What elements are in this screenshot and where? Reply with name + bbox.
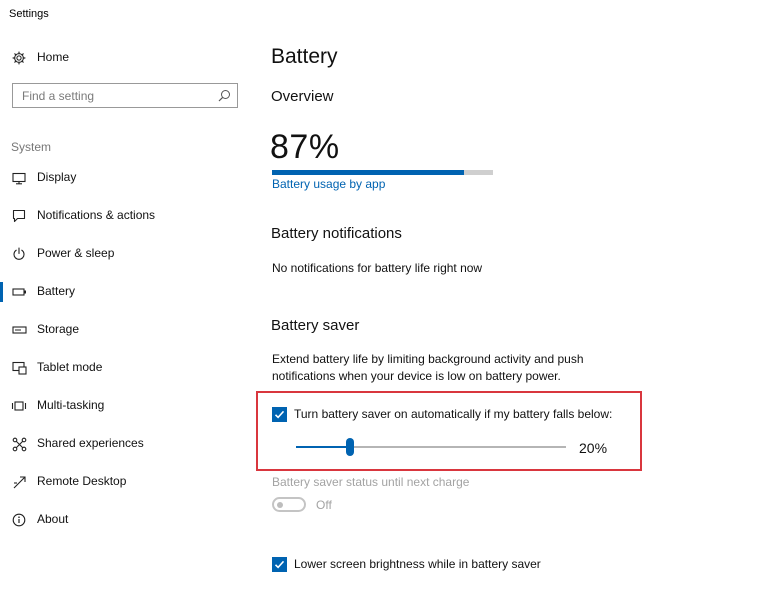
battery-level-fill bbox=[272, 170, 465, 175]
lower-brightness-label[interactable]: Lower screen brightness while in battery… bbox=[294, 557, 541, 571]
saver-status-label: Battery saver status until next charge bbox=[272, 475, 470, 489]
gear-icon bbox=[11, 50, 27, 66]
shared-experiences-icon bbox=[11, 436, 27, 452]
sidebar-item-remote-desktop[interactable]: Remote Desktop bbox=[0, 470, 230, 494]
page-title: Battery bbox=[271, 45, 338, 68]
overview-heading: Overview bbox=[271, 88, 334, 105]
info-icon bbox=[11, 512, 27, 528]
battery-threshold-slider[interactable] bbox=[296, 438, 566, 456]
sidebar-item-label: About bbox=[37, 512, 69, 526]
lower-brightness-checkbox[interactable] bbox=[272, 557, 287, 572]
saver-status-toggle[interactable] bbox=[272, 497, 306, 512]
sidebar-item-label: Display bbox=[37, 170, 77, 184]
battery-level-bar bbox=[272, 170, 493, 175]
auto-saver-checkbox-label[interactable]: Turn battery saver on automatically if m… bbox=[294, 407, 612, 421]
battery-percentage: 87% bbox=[270, 128, 340, 166]
sidebar-section-label: System bbox=[11, 140, 52, 154]
slider-fill bbox=[296, 446, 350, 448]
sidebar-item-display[interactable]: Display bbox=[0, 166, 230, 190]
sidebar-item-battery[interactable]: Battery bbox=[0, 280, 230, 304]
monitor-icon bbox=[11, 170, 27, 186]
notifications-heading: Battery notifications bbox=[271, 225, 402, 242]
power-icon bbox=[11, 246, 27, 262]
battery-saver-heading: Battery saver bbox=[271, 317, 360, 334]
checkmark-icon bbox=[274, 410, 285, 419]
search-input[interactable] bbox=[13, 84, 222, 107]
tablet-mode-icon bbox=[11, 360, 27, 376]
sidebar-item-label: Remote Desktop bbox=[37, 474, 127, 488]
checkmark-icon bbox=[274, 560, 285, 569]
sidebar-item-label: Tablet mode bbox=[37, 360, 103, 374]
battery-saver-description: Extend battery life by limiting backgrou… bbox=[272, 352, 584, 383]
slider-thumb[interactable] bbox=[346, 438, 354, 456]
sidebar-home[interactable]: Home bbox=[0, 46, 230, 70]
remote-desktop-icon bbox=[11, 474, 27, 490]
notifications-status-text: No notifications for battery life right … bbox=[272, 261, 483, 275]
window-title: Settings bbox=[9, 8, 49, 20]
sidebar-item-label: Storage bbox=[37, 322, 80, 336]
sidebar-item-label: Notifications & actions bbox=[37, 208, 156, 222]
sidebar-item-label: Multi-tasking bbox=[37, 398, 105, 412]
highlight-box bbox=[256, 391, 642, 471]
sidebar-item-multitasking[interactable]: Multi-tasking bbox=[0, 394, 230, 418]
search-icon[interactable] bbox=[218, 89, 231, 102]
sidebar-item-notifications[interactable]: Notifications & actions bbox=[0, 204, 230, 228]
threshold-value: 20% bbox=[579, 440, 608, 456]
storage-icon bbox=[11, 322, 27, 338]
notification-icon bbox=[11, 208, 27, 224]
toggle-state-label: Off bbox=[316, 498, 332, 512]
sidebar-item-label: Battery bbox=[37, 284, 76, 298]
search-field[interactable] bbox=[12, 83, 238, 108]
sidebar-home-label: Home bbox=[37, 50, 70, 64]
sidebar-item-about[interactable]: About bbox=[0, 508, 230, 532]
multitasking-icon bbox=[11, 398, 27, 414]
sidebar-item-power-sleep[interactable]: Power & sleep bbox=[0, 242, 230, 266]
toggle-knob bbox=[277, 501, 283, 508]
active-indicator bbox=[0, 282, 3, 302]
sidebar-item-shared-experiences[interactable]: Shared experiences bbox=[0, 432, 230, 456]
sidebar-item-label: Power & sleep bbox=[37, 246, 115, 260]
auto-saver-checkbox[interactable] bbox=[272, 407, 287, 422]
battery-icon bbox=[11, 284, 27, 300]
battery-usage-link[interactable]: Battery usage by app bbox=[272, 177, 385, 191]
sidebar-item-tablet-mode[interactable]: Tablet mode bbox=[0, 356, 230, 380]
sidebar-item-storage[interactable]: Storage bbox=[0, 318, 230, 342]
sidebar-item-label: Shared experiences bbox=[37, 436, 144, 450]
